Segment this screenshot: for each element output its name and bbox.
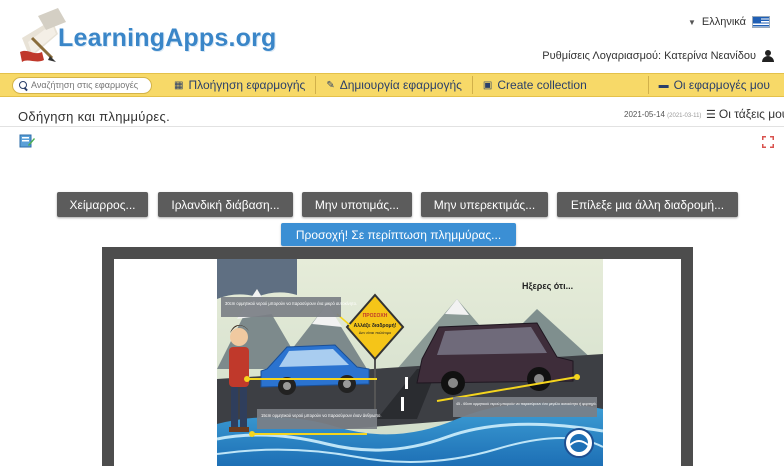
sign-title: ΠΡΟΣΟΧΗ [363,313,388,319]
browse-apps-button[interactable]: ▦ Πλοήγηση εφαρμογής [164,76,315,94]
chevron-down-icon: ▼ [687,17,696,27]
account-label: Ρυθμίσεις Λογαριασμού: Κατερίνα Νεανίδου [542,50,756,62]
list-icon: ☰ [706,108,716,121]
illustration-heading: Ηξερες ότι... [522,281,573,291]
my-classes-link[interactable]: ☰ Οι τάξεις μου [706,107,784,121]
account-settings-link[interactable]: Ρυθμίσεις Λογαριασμού: Κατερίνα Νεανίδου [542,50,774,62]
greek-flag-icon [752,16,770,28]
header: LearningApps.org ▼ Ελληνικά Ρυθμίσεις Λο… [0,0,784,70]
content-frame: ΠΡΟΣΟΧΗ Αλλάξε διαδρομή! Δεν είναι πολύτ… [102,247,693,466]
app-date: 2021-05-14 [624,110,665,119]
note-small-car: 30cm ορμητικού νερού μπορούν να παρασύρο… [225,301,357,306]
search-icon [19,80,28,90]
create-app-label: Δημιουργία εφαρμογής [339,78,462,92]
create-collection-label: Create collection [497,78,587,92]
edit-app-icon[interactable] [19,133,35,149]
note-large-car: 45 - 60cm ορμητικού νερού μπορούν να παρ… [456,402,597,406]
choice-button-4[interactable]: Μην υπερεκτιμάς... [421,192,548,217]
search-input[interactable]: Αναζήτηση στις εφαρμογές [12,76,152,94]
main-toolbar: Αναζήτηση στις εφαρμογές ▦ Πλοήγηση εφαρ… [0,73,784,97]
app-dates: 2021-05-14 (2021-03-11) [624,110,701,119]
learningapps-page: LearningApps.org ▼ Ελληνικά Ρυθμίσεις Λο… [0,0,784,466]
browse-apps-label: Πλοήγηση εφαρμογής [188,78,306,92]
active-choice-button[interactable]: Προσοχή! Σε περίπτωση πλημμύρας... [281,223,516,246]
my-apps-button[interactable]: ▬ Οι εφαρμογές μου [647,76,780,94]
collection-icon: ▣ [482,79,493,91]
choice-button-1[interactable]: Χείμαρρος... [57,192,148,217]
user-icon [762,50,774,62]
flood-driving-illustration: ΠΡΟΣΟΧΗ Αλλάξε διαδρομή! Δεν είναι πολύτ… [217,259,603,466]
grid-icon: ▦ [174,79,184,91]
sign-text-2: Δεν είναι πολύτιμο [359,330,392,335]
page-title: Οδήγηση και πλημμύρες. [18,109,170,124]
my-apps-label: Οι εφαρμογές μου [673,78,770,92]
pencil-icon: ✎ [326,79,335,91]
sign-text-1: Αλλάξε διαδρομή! [354,323,397,329]
language-selector[interactable]: ▼ Ελληνικά [688,16,770,28]
create-app-button[interactable]: ✎ Δημιουργία εφαρμογής [315,76,472,94]
choice-button-2[interactable]: Ιρλανδική διάβαση... [158,192,293,217]
choice-button-3[interactable]: Μην υποτιμάς... [302,192,412,217]
app-title-bar: Οδήγηση και πλημμύρες. 2021-05-14 (2021-… [0,103,784,127]
logo-text[interactable]: LearningApps.org [58,24,276,53]
app-date-created: (2021-03-11) [667,113,702,119]
choice-button-5[interactable]: Επίλεξε μια άλλη διαδρομή... [557,192,738,217]
language-label: Ελληνικά [701,16,746,28]
folder-icon: ▬ [658,79,669,91]
my-classes-label: Οι τάξεις μου [718,107,784,121]
search-placeholder: Αναζήτηση στις εφαρμογές [31,80,139,90]
content-area: ΠΡΟΣΟΧΗ Αλλάξε διαδρομή! Δεν είναι πολύτ… [114,259,681,466]
fullscreen-icon[interactable] [762,136,774,148]
create-collection-button[interactable]: ▣ Create collection [471,76,597,94]
note-person: 15cm ορμητικού νερού μπορούν να παρασύρο… [261,413,381,418]
